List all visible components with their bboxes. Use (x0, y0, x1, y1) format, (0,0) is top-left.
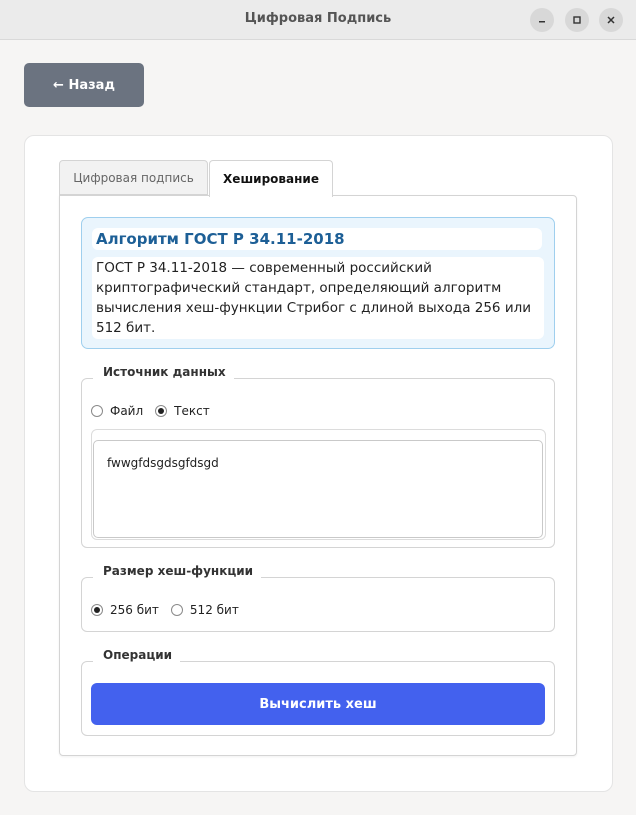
algorithm-title: Алгоритм ГОСТ Р 34.11-2018 (92, 228, 542, 250)
source-group-legend: Источник данных (93, 365, 234, 379)
size-512-radio[interactable] (170, 604, 183, 616)
tab-digital-signature[interactable]: Цифровая подпись (59, 160, 208, 195)
minimize-icon (539, 21, 545, 23)
close-icon (607, 16, 615, 24)
operations-legend: Операции (93, 648, 181, 662)
hash-size-options: 256 бит 512 бит (91, 603, 251, 617)
compute-hash-button[interactable]: Вычислить хеш (91, 683, 545, 725)
source-file-label[interactable]: Файл (110, 404, 143, 418)
algorithm-description: ГОСТ Р 34.11-2018 — современный российск… (92, 257, 544, 339)
hash-size-legend: Размер хеш-функции (93, 564, 262, 578)
source-text-radio[interactable] (155, 405, 168, 417)
maximize-button[interactable] (565, 8, 589, 32)
back-button[interactable]: ← Назад (24, 63, 144, 107)
text-input[interactable]: fwwgfdsgdsgfdsgd (93, 440, 543, 538)
source-file-radio[interactable] (91, 405, 103, 417)
title-bar: Цифровая Подпись (0, 0, 636, 40)
close-button[interactable] (599, 8, 623, 32)
maximize-icon (573, 16, 581, 24)
size-256-label[interactable]: 256 бит (110, 603, 159, 617)
source-text-label[interactable]: Текст (174, 404, 210, 418)
source-options: Файл Текст (91, 404, 222, 418)
minimize-button[interactable] (530, 8, 554, 32)
tab-hashing[interactable]: Хеширование (209, 160, 333, 197)
size-512-label[interactable]: 512 бит (190, 603, 239, 617)
size-256-radio[interactable] (91, 604, 103, 616)
